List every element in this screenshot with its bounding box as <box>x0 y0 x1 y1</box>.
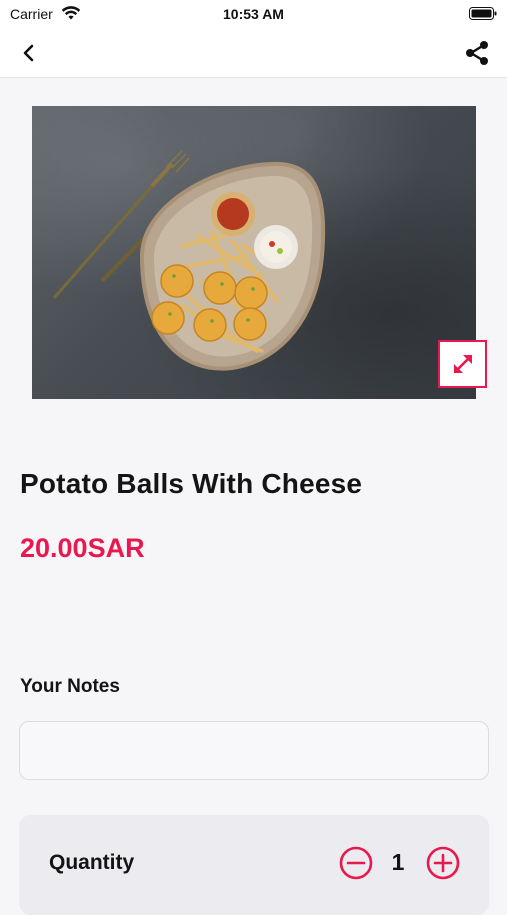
navigation-bar <box>0 28 507 78</box>
decrease-quantity-button[interactable] <box>339 846 373 880</box>
battery-icon <box>469 7 497 20</box>
food-plate-illustration <box>52 150 326 371</box>
expand-image-button[interactable] <box>438 340 487 388</box>
quantity-value: 1 <box>391 849 405 875</box>
product-price: 20.00SAR <box>20 533 145 563</box>
increase-quantity-button[interactable] <box>426 846 460 880</box>
quantity-card: Quantity 1 <box>19 815 489 915</box>
quantity-label: Quantity <box>49 851 135 874</box>
expand-arrows-icon <box>453 355 472 373</box>
back-button[interactable] <box>14 40 42 66</box>
product-image[interactable] <box>32 106 476 399</box>
status-time: 10:53 AM <box>223 6 284 22</box>
notes-label: Your Notes <box>20 676 120 697</box>
share-button[interactable] <box>463 38 491 68</box>
notes-input[interactable] <box>19 721 489 780</box>
status-bar: Carrier 10:53 AM <box>0 0 507 28</box>
product-name: Potato Balls With Cheese <box>20 468 363 499</box>
